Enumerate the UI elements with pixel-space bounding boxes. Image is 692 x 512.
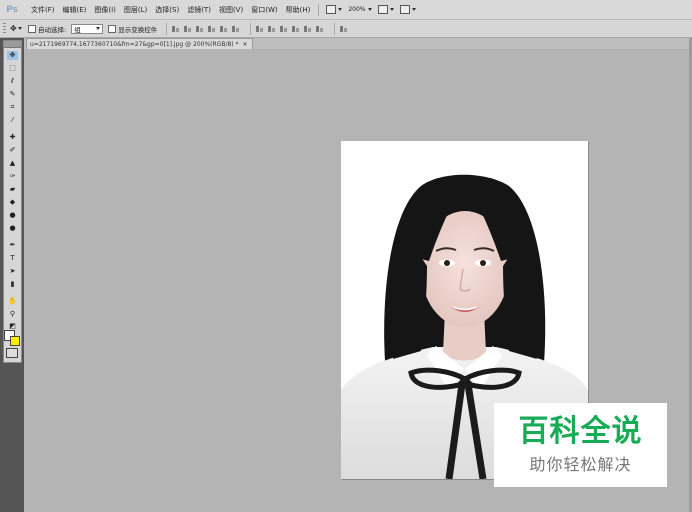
- menu-view[interactable]: 视图(V): [215, 5, 247, 15]
- history-brush-tool-icon[interactable]: ✑: [7, 172, 18, 181]
- menu-window[interactable]: 窗口(W): [247, 5, 281, 15]
- shape-tool-icon[interactable]: ▮: [7, 280, 18, 289]
- dodge-tool-icon[interactable]: ●: [7, 224, 18, 233]
- quick-mask-icon[interactable]: [6, 348, 18, 358]
- show-transform-label: 显示变换控件: [118, 25, 158, 34]
- watermark-subtitle: 助你轻松解决: [529, 455, 632, 474]
- align-horizontal-center-icon[interactable]: [219, 25, 228, 33]
- options-bar: ✥ 自动选择: 组 显示变换控件: [0, 20, 692, 38]
- path-selection-tool-icon[interactable]: ➤: [7, 267, 18, 276]
- options-separator: [334, 22, 336, 35]
- distribute-right-icon[interactable]: [315, 25, 324, 33]
- menu-separator: [318, 3, 320, 16]
- menu-image[interactable]: 图像(I): [90, 5, 120, 15]
- close-icon[interactable]: ✕: [243, 41, 248, 48]
- move-tool-icon[interactable]: ✥: [7, 51, 18, 60]
- hand-tool-icon[interactable]: ✋: [7, 297, 18, 306]
- screen-mode-button[interactable]: [323, 3, 345, 17]
- menu-filter[interactable]: 滤镜(T): [183, 5, 215, 15]
- layout-icon: [399, 5, 410, 14]
- eyedropper-tool-icon[interactable]: ⁄: [7, 116, 18, 125]
- chevron-down-icon: [96, 27, 101, 30]
- document-tab[interactable]: u=2171969774,1677360710&fm=27&gp=0[1].jp…: [26, 38, 253, 49]
- lasso-tool-icon[interactable]: ℓ: [7, 77, 18, 86]
- chevron-down-icon: [17, 27, 22, 30]
- menu-help[interactable]: 帮助(H): [282, 5, 315, 15]
- menu-layer[interactable]: 图层(L): [120, 5, 151, 15]
- auto-select-checkbox[interactable]: [28, 24, 36, 33]
- pen-tool-icon[interactable]: ✒: [7, 241, 18, 250]
- grip-handle[interactable]: [3, 22, 6, 35]
- auto-select-label: 自动选择:: [38, 25, 67, 34]
- zoom-level-button[interactable]: 200%: [345, 3, 374, 17]
- chevron-down-icon: [389, 8, 394, 11]
- gradient-tool-icon[interactable]: ◆: [7, 198, 18, 207]
- distribute-horizontal-center-icon[interactable]: [303, 25, 312, 33]
- distribute-buttons: [255, 25, 324, 33]
- move-tool-icon: ✥: [10, 24, 17, 33]
- tool-preset-picker[interactable]: ✥: [10, 23, 28, 35]
- blur-tool-icon[interactable]: ●: [7, 211, 18, 220]
- arrange-icon: [377, 5, 388, 14]
- spot-healing-tool-icon[interactable]: ✚: [7, 133, 18, 142]
- chevron-down-icon: [367, 8, 372, 11]
- auto-select-value: 组: [74, 25, 81, 34]
- auto-select-option[interactable]: 自动选择:: [28, 24, 66, 34]
- align-right-icon[interactable]: [231, 25, 240, 33]
- show-transform-checkbox[interactable]: [108, 24, 117, 33]
- crop-tool-icon[interactable]: ⌗: [7, 103, 18, 112]
- menu-file[interactable]: 文件(F): [27, 5, 59, 15]
- show-transform-option[interactable]: 显示变换控件: [108, 24, 157, 34]
- photoshop-logo[interactable]: Ps: [3, 3, 21, 17]
- quick-selection-tool-icon[interactable]: ✎: [7, 90, 18, 99]
- arrange-documents-button[interactable]: [375, 3, 397, 17]
- chevron-down-icon: [411, 8, 416, 11]
- tools-panel-header[interactable]: [4, 41, 21, 48]
- screen-layout-button[interactable]: [397, 3, 419, 17]
- marquee-tool-icon[interactable]: ⬚: [7, 64, 18, 73]
- zoom-level: 200%: [348, 6, 366, 13]
- align-bottom-icon[interactable]: [195, 25, 204, 33]
- type-tool-icon[interactable]: T: [7, 254, 18, 263]
- distribute-top-icon[interactable]: [255, 25, 264, 33]
- distribute-vertical-center-icon[interactable]: [267, 25, 276, 33]
- tools-panel: ✥ ⬚ ℓ ✎ ⌗ ⁄ ✚ ✐ ▲ ✑ ▰ ◆ ● ● ✒ T ➤ ▮ ✋ ⚲ …: [3, 40, 22, 363]
- menu-bar: Ps 文件(F) 编辑(E) 图像(I) 图层(L) 选择(S) 滤镜(T) 视…: [0, 0, 692, 20]
- clone-stamp-tool-icon[interactable]: ▲: [7, 159, 18, 168]
- watermark-title: 百科全说: [518, 414, 643, 449]
- menu-edit[interactable]: 编辑(E): [59, 5, 91, 15]
- brush-tool-icon[interactable]: ✐: [7, 146, 18, 155]
- distribute-bottom-icon[interactable]: [279, 25, 288, 33]
- options-separator: [166, 22, 168, 35]
- menu-select[interactable]: 选择(S): [151, 5, 183, 15]
- auto-align-layers-icon[interactable]: [339, 25, 348, 33]
- auto-select-dropdown-group: 组: [71, 23, 104, 34]
- options-separator: [250, 22, 252, 35]
- eraser-tool-icon[interactable]: ▰: [7, 185, 18, 194]
- auto-select-dropdown[interactable]: 组: [71, 23, 104, 34]
- document-tab-title: u=2171969774,1677360710&fm=27&gp=0[1].jp…: [30, 40, 239, 48]
- watermark: 百科全说 助你轻松解决: [494, 403, 667, 487]
- align-left-icon[interactable]: [207, 25, 216, 33]
- auto-align-buttons: [339, 25, 348, 33]
- distribute-left-icon[interactable]: [291, 25, 300, 33]
- chevron-down-icon: [338, 8, 343, 11]
- zoom-tool-icon[interactable]: ⚲: [7, 310, 18, 319]
- align-vertical-center-icon[interactable]: [183, 25, 192, 33]
- align-buttons: [171, 25, 240, 33]
- align-top-icon[interactable]: [171, 25, 180, 33]
- background-color-swatch[interactable]: [10, 336, 20, 346]
- screen-mode-icon: [326, 5, 337, 14]
